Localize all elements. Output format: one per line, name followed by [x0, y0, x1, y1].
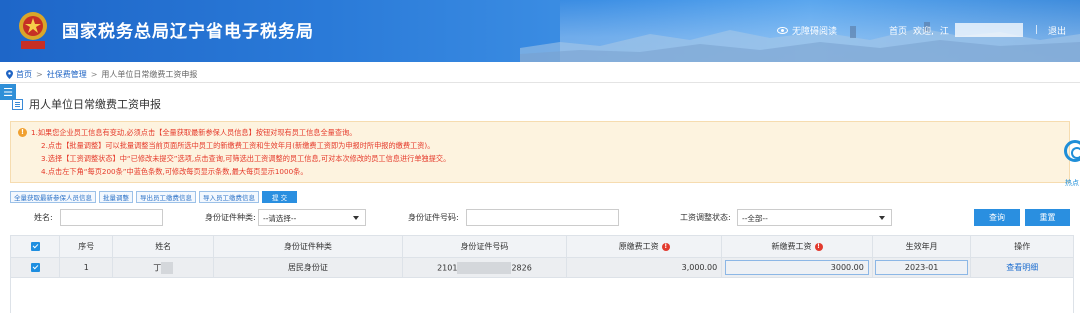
- breadcrumb-home[interactable]: 首页: [16, 69, 32, 80]
- effective-month-input[interactable]: 2023-01: [874, 260, 969, 275]
- notice-line: 3.选择【工资调整状态】中“已修改未提交”选项,点击查询,可筛选出工资调整的员工…: [41, 154, 451, 163]
- column-header: 操作: [970, 235, 1074, 258]
- id-number-input[interactable]: [466, 209, 619, 226]
- chevron-down-icon: [353, 216, 359, 220]
- row-action-cell: 查看明细: [970, 257, 1074, 278]
- document-icon: [12, 98, 23, 110]
- row-old-wage: 3,000.00: [566, 257, 723, 278]
- fetch-all-insured-button[interactable]: 全量获取最新参保人员信息: [10, 191, 96, 203]
- username-redaction: [954, 23, 1023, 37]
- home-link[interactable]: 首页: [889, 24, 907, 37]
- info-icon[interactable]: !: [661, 242, 670, 251]
- location-pin-icon: [6, 69, 13, 79]
- id-type-label: 身份证件种类:: [205, 213, 256, 222]
- column-header: 身份证件号码: [401, 235, 568, 258]
- notice-box: ! 1.如果您企业员工信息有变动,必须点击【全量获取最新参保人员信息】按钮对现有…: [10, 121, 1070, 183]
- breadcrumb-divider: [0, 82, 1080, 83]
- wage-status-select[interactable]: --全部--: [737, 209, 892, 226]
- row-checkbox-cell[interactable]: [9, 257, 61, 278]
- id-type-select-value: --请选择--: [263, 214, 297, 223]
- id-number-label: 身份证件号码:: [408, 213, 459, 222]
- row-name-cell: 丁: [112, 257, 215, 278]
- view-detail-link[interactable]: 查看明细: [1006, 263, 1038, 272]
- import-button[interactable]: 导入员工缴费信息: [199, 191, 259, 203]
- column-header-old-wage: 原缴费工资!: [566, 235, 723, 258]
- toolbar: 全量获取最新参保人员信息 批量调整 导出员工缴费信息 导入员工缴费信息 提 交: [10, 191, 298, 203]
- name-label: 姓名:: [34, 213, 53, 222]
- reset-button[interactable]: 重置: [1025, 209, 1070, 226]
- select-all-checkbox[interactable]: [30, 242, 40, 251]
- header-separator: |: [1034, 25, 1038, 35]
- row-id-type: 居民身份证: [213, 257, 403, 278]
- hotspot-float-button[interactable]: 热点: [1062, 140, 1080, 188]
- column-header-label: 新缴费工资: [771, 242, 812, 251]
- notice-line: 2.点击【批量调整】可以批量调整当前页面所选中员工的新缴费工资和生效年月(新缴费…: [41, 141, 435, 150]
- row-checkbox[interactable]: [30, 263, 40, 272]
- new-wage-input[interactable]: 3000.00: [725, 260, 869, 275]
- column-header: 序号: [59, 235, 114, 258]
- notice-line: 4.点击左下角“每页200条”中蓝色条数,可修改每页显示条数,最大每页显示100…: [41, 167, 308, 176]
- breadcrumb-separator: >: [36, 69, 43, 79]
- tax-emblem-logo: [19, 12, 47, 49]
- breadcrumb: 首页 > 社保费管理 > 用人单位日常缴费工资申报: [6, 67, 197, 81]
- name-redaction: [161, 261, 174, 274]
- barrier-free-label: 无障碍阅读: [792, 26, 838, 37]
- chevron-down-icon: [879, 216, 885, 220]
- row-new-wage-cell: 3000.00: [721, 257, 873, 278]
- hotspot-icon: [1064, 140, 1080, 162]
- info-icon[interactable]: !: [814, 242, 823, 251]
- wage-status-select-value: --全部--: [742, 214, 768, 223]
- table-empty-area: [10, 278, 1074, 313]
- column-header-new-wage: 新缴费工资!: [721, 235, 873, 258]
- batch-adjust-button[interactable]: 批量调整: [99, 191, 133, 203]
- row-id-number-cell: 2101 2826: [401, 257, 568, 278]
- export-button[interactable]: 导出员工缴费信息: [136, 191, 196, 203]
- site-header: 国家税务总局辽宁省电子税务局 无障碍阅读 首页 欢迎, 江 | 退出: [0, 0, 1080, 62]
- welcome-initial: 江: [939, 26, 949, 37]
- page-title-text: 用人单位日常缴费工资申报: [29, 98, 161, 111]
- submit-button[interactable]: 提 交: [262, 191, 298, 203]
- row-effective-month-cell: 2023-01: [871, 257, 972, 278]
- barrier-free-link[interactable]: 无障碍阅读: [777, 24, 837, 37]
- breadcrumb-current: 用人单位日常缴费工资申报: [101, 69, 198, 79]
- name-input[interactable]: [60, 209, 163, 226]
- warning-icon: !: [18, 128, 27, 137]
- site-title: 国家税务总局辽宁省电子税务局: [62, 22, 314, 42]
- hotspot-label: 热点: [1065, 179, 1079, 187]
- wage-status-label: 工资调整状态:: [680, 213, 731, 222]
- column-header: 姓名: [112, 235, 215, 258]
- header-actions: 无障碍阅读 首页 欢迎, 江 | 退出: [777, 22, 1066, 38]
- eye-icon: [777, 26, 789, 34]
- employee-wage-table: 序号 姓名 身份证件种类 身份证件号码 原缴费工资! 新缴费工资! 生效年月 操…: [9, 235, 1074, 278]
- id-number-redaction: [457, 261, 512, 274]
- welcome-text: 欢迎,: [913, 26, 934, 37]
- page-title: 用人单位日常缴费工资申报: [12, 96, 161, 112]
- filter-bar: 姓名: 身份证件种类: --请选择-- 身份证件号码: 工资调整状态: --全部…: [0, 207, 1080, 227]
- column-header-label: 原缴费工资: [618, 242, 659, 251]
- select-all-header[interactable]: [9, 235, 61, 258]
- row-name-prefix: 丁: [153, 263, 162, 272]
- logout-link[interactable]: 退出: [1048, 24, 1066, 37]
- breadcrumb-section[interactable]: 社保费管理: [47, 69, 87, 80]
- row-id-prefix: 2101: [437, 263, 458, 272]
- column-header: 身份证件种类: [213, 235, 403, 258]
- table-row[interactable]: 1 丁 居民身份证 2101 2826 3,000.00 3000.00 2023…: [9, 257, 1074, 278]
- row-index: 1: [59, 257, 114, 278]
- row-id-suffix: 2826: [511, 263, 532, 272]
- column-header: 生效年月: [871, 235, 972, 258]
- breadcrumb-separator: >: [90, 69, 98, 79]
- query-button[interactable]: 查询: [974, 209, 1020, 226]
- notice-line: 1.如果您企业员工信息有变动,必须点击【全量获取最新参保人员信息】按钮对现有员工…: [31, 128, 357, 137]
- id-type-select[interactable]: --请选择--: [258, 209, 366, 226]
- table-header-row: 序号 姓名 身份证件种类 身份证件号码 原缴费工资! 新缴费工资! 生效年月 操…: [9, 235, 1074, 258]
